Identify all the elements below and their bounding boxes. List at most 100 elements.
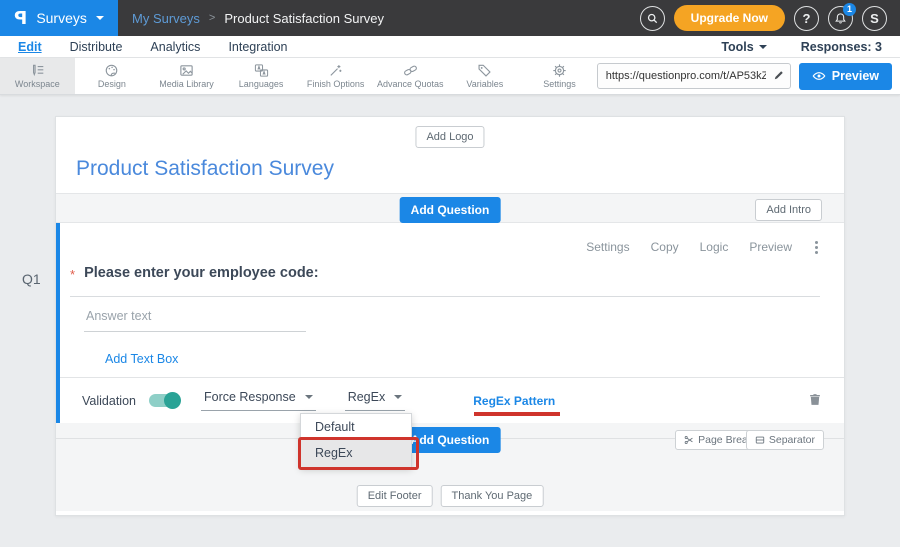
- responses-count[interactable]: Responses: 3: [801, 40, 882, 54]
- palette-icon: [104, 63, 119, 78]
- validation-toggle[interactable]: [149, 394, 179, 407]
- toolbar-item-label: Finish Options: [307, 79, 365, 89]
- preview-label: Preview: [832, 69, 879, 83]
- wand-icon: [328, 63, 343, 78]
- validation-row: Validation Force Response RegEx RegEx Pa…: [60, 377, 844, 423]
- question-preview-link[interactable]: Preview: [749, 240, 792, 254]
- question-actions: Settings Copy Logic Preview: [586, 240, 818, 254]
- avatar-initial: S: [870, 11, 879, 26]
- more-options-icon[interactable]: [815, 246, 818, 249]
- tab-integration[interactable]: Integration: [228, 40, 287, 54]
- notifications-button[interactable]: 1: [828, 6, 853, 31]
- footer-buttons: Edit Footer Thank You Page: [357, 485, 544, 507]
- regex-pattern-link[interactable]: RegEx Pattern: [473, 394, 555, 408]
- editor-page: Q1 Add Logo Product Satisfaction Survey …: [0, 95, 900, 547]
- add-question-button-top[interactable]: Add Question: [400, 197, 501, 223]
- tab-distribute[interactable]: Distribute: [70, 40, 123, 54]
- chevron-down-icon: [96, 16, 104, 20]
- edit-url-pencil-icon[interactable]: [773, 68, 785, 86]
- validation-type-menu: Default RegEx: [300, 413, 412, 468]
- survey-canvas: Add Logo Product Satisfaction Survey Add…: [55, 116, 845, 516]
- add-text-box-link[interactable]: Add Text Box: [105, 352, 178, 366]
- gear-icon: [552, 63, 567, 78]
- validation-type-dropdown[interactable]: RegEx: [345, 390, 406, 411]
- breadcrumb-current-survey: Product Satisfaction Survey: [224, 11, 384, 26]
- edit-footer-button[interactable]: Edit Footer: [357, 485, 433, 507]
- search-button[interactable]: [640, 6, 665, 31]
- add-intro-button[interactable]: Add Intro: [755, 199, 822, 221]
- tag-icon: [477, 63, 492, 78]
- answer-text-input[interactable]: [84, 309, 306, 332]
- toolbar-item-variables[interactable]: Variables: [448, 58, 523, 94]
- toggle-knob: [164, 392, 181, 409]
- chevron-down-icon: [394, 395, 402, 399]
- toolbar-item-label: Languages: [239, 79, 284, 89]
- survey-url-input[interactable]: [597, 63, 791, 89]
- separator-button[interactable]: Separator: [746, 430, 824, 450]
- tools-label: Tools: [721, 40, 753, 54]
- canvas-bottom-section: Add Question Page Break Separator Edit F…: [56, 423, 844, 511]
- search-icon: [646, 12, 659, 25]
- questionpro-logo-icon: P: [14, 8, 27, 29]
- question-text[interactable]: Please enter your employee code:: [84, 265, 319, 281]
- menu-option-regex[interactable]: RegEx: [301, 439, 411, 467]
- force-response-label: Force Response: [204, 390, 296, 404]
- tab-edit[interactable]: Edit: [18, 40, 42, 54]
- toolbar-item-design[interactable]: Design: [75, 58, 150, 94]
- toolbar-item-languages[interactable]: Languages: [224, 58, 299, 94]
- survey-nav: Edit Distribute Analytics Integration To…: [0, 36, 900, 58]
- notification-badge: 1: [843, 3, 856, 16]
- breadcrumb-my-surveys[interactable]: My Surveys: [132, 11, 200, 26]
- question-card: Settings Copy Logic Preview * Please ent…: [56, 223, 844, 423]
- breadcrumb: My Surveys > Product Satisfaction Survey: [132, 11, 384, 26]
- thank-you-page-button[interactable]: Thank You Page: [441, 485, 544, 507]
- toolbar-item-settings[interactable]: Settings: [522, 58, 597, 94]
- survey-title[interactable]: Product Satisfaction Survey: [76, 157, 334, 181]
- question-copy-link[interactable]: Copy: [651, 240, 679, 254]
- toolbar-item-finish-options[interactable]: Finish Options: [298, 58, 373, 94]
- subnav-right: Tools Responses: 3: [721, 40, 882, 54]
- question-settings-link[interactable]: Settings: [586, 240, 629, 254]
- validation-type-label: RegEx: [348, 390, 386, 404]
- toolbar-item-label: Design: [98, 79, 126, 89]
- tools-menu[interactable]: Tools: [721, 40, 766, 54]
- add-question-button-bottom[interactable]: Add Question: [400, 427, 501, 453]
- toolbar-item-label: Workspace: [15, 79, 60, 89]
- image-icon: [179, 63, 194, 78]
- required-marker: *: [70, 267, 75, 282]
- survey-header-section: Add Logo Product Satisfaction Survey: [56, 117, 844, 193]
- question-logic-link[interactable]: Logic: [700, 240, 729, 254]
- product-switcher-label: Surveys: [36, 10, 87, 26]
- question-number: Q1: [22, 271, 41, 287]
- annotation-red-underline: [474, 412, 560, 416]
- help-button[interactable]: ?: [794, 6, 819, 31]
- scissors-icon: [684, 435, 694, 445]
- chevron-down-icon: [759, 45, 767, 49]
- chain-icon: [403, 63, 418, 78]
- upgrade-now-button[interactable]: Upgrade Now: [674, 5, 785, 31]
- tab-analytics[interactable]: Analytics: [150, 40, 200, 54]
- translate-icon: [254, 63, 269, 78]
- topbar: P Surveys My Surveys > Product Satisfact…: [0, 0, 900, 36]
- account-avatar[interactable]: S: [862, 6, 887, 31]
- app-window: P Surveys My Surveys > Product Satisfact…: [0, 0, 900, 547]
- separator-label: Separator: [769, 434, 815, 446]
- add-logo-button[interactable]: Add Logo: [415, 126, 484, 148]
- preview-button[interactable]: Preview: [799, 63, 892, 90]
- separator-icon: [755, 435, 765, 445]
- menu-option-default[interactable]: Default: [301, 414, 411, 439]
- delete-question-button[interactable]: [808, 392, 822, 410]
- chevron-down-icon: [305, 395, 313, 399]
- force-response-dropdown[interactable]: Force Response: [201, 390, 316, 411]
- toolbar-item-label: Settings: [543, 79, 576, 89]
- toolbar-item-workspace[interactable]: Workspace: [0, 58, 75, 94]
- trash-icon: [808, 392, 822, 407]
- workspace-icon: [30, 63, 45, 78]
- question-text-row: * Please enter your employee code:: [70, 265, 820, 297]
- toolbar-item-label: Advance Quotas: [377, 79, 444, 89]
- survey-url-box: [597, 63, 791, 89]
- toolbar-item-media-library[interactable]: Media Library: [149, 58, 224, 94]
- regex-pattern-label: RegEx Pattern: [473, 394, 555, 408]
- toolbar-item-advance-quotas[interactable]: Advance Quotas: [373, 58, 448, 94]
- product-switcher[interactable]: P Surveys: [0, 0, 118, 36]
